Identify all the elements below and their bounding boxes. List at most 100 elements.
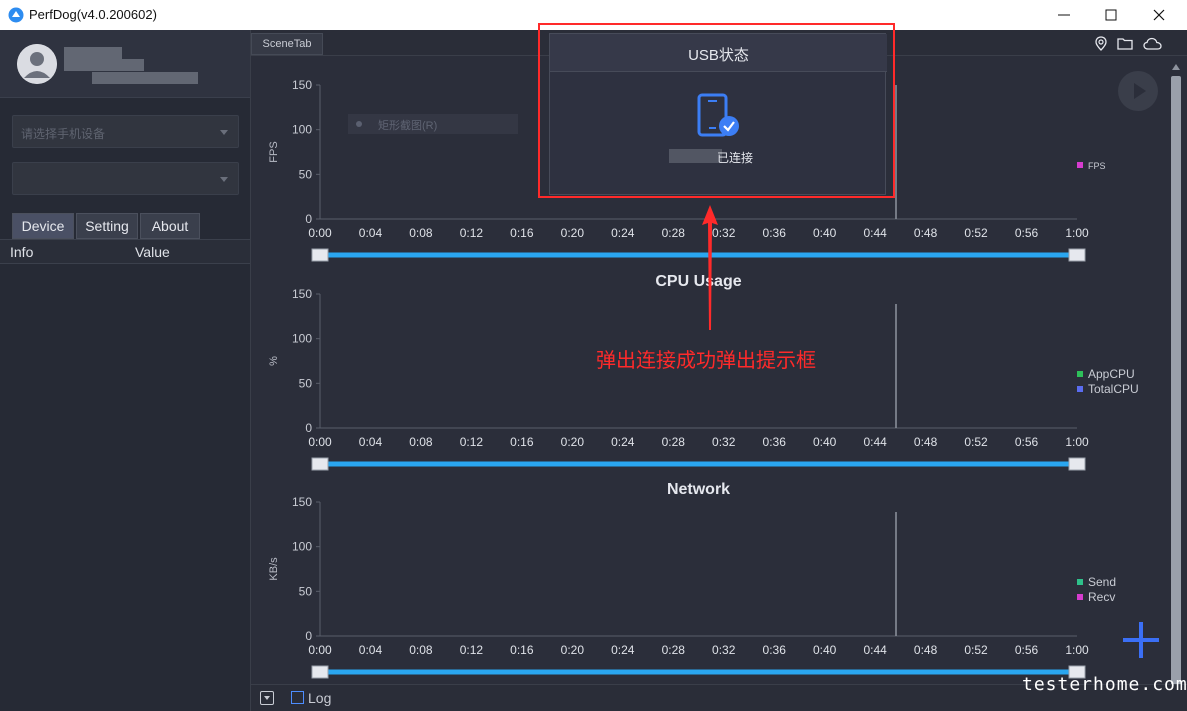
log-checkbox[interactable] <box>291 691 304 704</box>
chart-x-tick-label: 0:44 <box>863 435 887 449</box>
legend-label-fps: FPS <box>1088 161 1106 171</box>
chart-x-tick-label: 0:16 <box>510 643 534 657</box>
legend-swatch-appcpu <box>1077 371 1083 377</box>
chart-x-tick-label: 0:12 <box>460 435 484 449</box>
chart-x-tick-label: 1:00 <box>1065 435 1089 449</box>
screenshot-selector-label: 矩形截图(R) <box>378 120 438 132</box>
slider-right-handle <box>1068 248 1086 262</box>
chart-x-tick-label: 1:00 <box>1065 226 1089 240</box>
chart-x-tick-label: 0:44 <box>863 226 887 240</box>
chart-x-tick-label: 0:52 <box>964 643 988 657</box>
legend-swatch-fps <box>1077 162 1083 168</box>
scrollbar[interactable] <box>1171 76 1181 688</box>
legend-label-totalcpu: TotalCPU <box>1088 382 1139 396</box>
device-select-placeholder: 请选择手机设备 <box>21 127 106 141</box>
chart-x-tick-label: 0:16 <box>510 226 534 240</box>
add-icon[interactable] <box>1121 620 1161 660</box>
chart-x-tick-label: 0:40 <box>813 643 837 657</box>
chart-y-tick-label: 150 <box>292 78 312 92</box>
minimize-button[interactable] <box>1041 0 1087 30</box>
chart-x-tick-label: 0:20 <box>561 435 585 449</box>
watermark: testerhome.com <box>1022 674 1187 695</box>
radio-dot-icon <box>356 121 362 127</box>
chevron-down-icon <box>220 130 228 135</box>
minimize-icon <box>1058 14 1070 16</box>
expand-dropdown-icon[interactable] <box>260 691 274 705</box>
chart-x-tick-label: 0:56 <box>1015 226 1039 240</box>
chart-x-tick-label: 0:32 <box>712 435 736 449</box>
chart-x-tick-label: 0:40 <box>813 435 837 449</box>
chart-x-tick-label: 0:36 <box>763 435 787 449</box>
play-button[interactable] <box>1118 71 1158 111</box>
chart-y-tick-label: 50 <box>299 167 313 181</box>
left-panel: 请选择手机设备 Device Setting About Info Value <box>0 30 250 711</box>
device-select[interactable]: 请选择手机设备 <box>12 115 239 148</box>
chart-x-tick-label: 0:04 <box>359 643 383 657</box>
chart-y-tick-label: 100 <box>292 123 312 137</box>
chart-y-tick-label: 50 <box>299 584 313 598</box>
username-redacted <box>64 47 122 59</box>
chart-ylabel-network: KB/s <box>268 557 280 581</box>
chart-x-tick-label: 0:40 <box>813 226 837 240</box>
close-icon <box>1153 9 1165 21</box>
chart-x-tick-label: 0:12 <box>460 643 484 657</box>
chart-y-tick-label: 150 <box>292 495 312 509</box>
chart-y-tick-label: 0 <box>305 629 312 643</box>
tab-setting[interactable]: Setting <box>76 213 138 239</box>
chart-x-tick-label: 0:00 <box>308 435 332 449</box>
account-redacted <box>92 72 198 84</box>
chart-x-tick-label: 0:20 <box>561 643 585 657</box>
chart-y-tick-label: 100 <box>292 332 312 346</box>
slider-left-handle <box>311 248 329 262</box>
slider-left-handle <box>311 457 329 471</box>
user-icon <box>17 44 57 84</box>
chart-x-tick-label: 0:32 <box>712 643 736 657</box>
log-label: Log <box>308 690 332 706</box>
scroll-up-arrow-icon[interactable] <box>1172 64 1180 70</box>
chart-x-tick-label: 0:20 <box>561 226 585 240</box>
time-range-slider <box>320 461 1077 467</box>
close-button[interactable] <box>1136 0 1182 30</box>
chart-x-tick-label: 0:44 <box>863 643 887 657</box>
chart-x-tick-label: 1:00 <box>1065 643 1089 657</box>
chart-title-network: Network <box>667 481 730 498</box>
chart-x-tick-label: 0:36 <box>763 643 787 657</box>
chart-y-tick-label: 0 <box>305 212 312 226</box>
annotation-arrow-icon <box>702 205 718 330</box>
chart-x-tick-label: 0:24 <box>611 435 635 449</box>
time-range-slider <box>320 252 1077 258</box>
chart-x-tick-label: 0:08 <box>409 226 433 240</box>
chart-x-tick-label: 0:12 <box>460 226 484 240</box>
chart-y-tick-label: 100 <box>292 540 312 554</box>
chevron-down-icon <box>220 177 228 182</box>
chart-x-tick-label: 0:56 <box>1015 435 1039 449</box>
tab-about[interactable]: About <box>140 213 200 239</box>
chart-x-tick-label: 0:48 <box>914 435 938 449</box>
slider-right-handle <box>1068 457 1086 471</box>
chart-x-tick-label: 0:52 <box>964 435 988 449</box>
maximize-button[interactable] <box>1088 0 1134 30</box>
chart-x-tick-label: 0:16 <box>510 435 534 449</box>
chart-x-tick-label: 0:00 <box>308 226 332 240</box>
annotation-text: 弹出连接成功弹出提示框 <box>596 350 816 372</box>
window-title: PerfDog(v4.0.200602) <box>29 7 157 22</box>
maximize-icon <box>1105 9 1117 21</box>
chart-x-tick-label: 0:28 <box>662 435 686 449</box>
chart-x-tick-label: 0:48 <box>914 226 938 240</box>
chart-x-tick-label: 0:48 <box>914 643 938 657</box>
info-column-header: Info <box>10 244 34 260</box>
legend-swatch-totalcpu <box>1077 386 1083 392</box>
annotation-highlight-box <box>538 23 895 198</box>
tab-device[interactable]: Device <box>12 213 74 239</box>
legend-label-appcpu: AppCPU <box>1088 367 1135 381</box>
chart-x-tick-label: 0:28 <box>662 643 686 657</box>
time-range-slider <box>320 669 1077 675</box>
chart-ylabel-fps: FPS <box>268 141 280 162</box>
username-redacted <box>64 59 144 71</box>
legend-label-send: Send <box>1088 575 1116 589</box>
app-select[interactable] <box>12 162 239 195</box>
screenshot-selector[interactable]: 矩形截图(R) <box>348 114 518 134</box>
avatar[interactable] <box>17 44 57 84</box>
legend-label-recv: Recv <box>1088 590 1115 604</box>
chart-y-tick-label: 150 <box>292 287 312 301</box>
